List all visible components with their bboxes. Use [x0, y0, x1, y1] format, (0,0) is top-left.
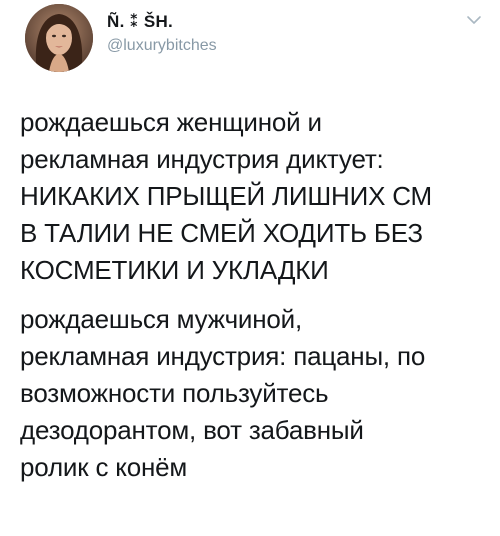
tweet-text: рождаешься женщиной и рекламная индустри…: [20, 104, 490, 486]
tweet-paragraph: рождаешься женщиной и рекламная индустри…: [20, 107, 432, 285]
tweet-card: Ñ. ⁑ ŠH. @luxurybitches рождаешься женщи…: [0, 0, 500, 536]
chevron-down-icon[interactable]: [464, 10, 484, 30]
tweet-paragraph: рождаешься мужчиной, рекламная индустрия…: [20, 304, 426, 482]
tweet-header: Ñ. ⁑ ŠH. @luxurybitches: [25, 4, 490, 74]
avatar[interactable]: [25, 4, 93, 72]
profile-photo-icon: [25, 4, 93, 72]
author-display-name[interactable]: Ñ. ⁑ ŠH.: [107, 11, 217, 33]
author-names: Ñ. ⁑ ŠH. @luxurybitches: [107, 11, 217, 57]
author-handle[interactable]: @luxurybitches: [107, 35, 217, 57]
